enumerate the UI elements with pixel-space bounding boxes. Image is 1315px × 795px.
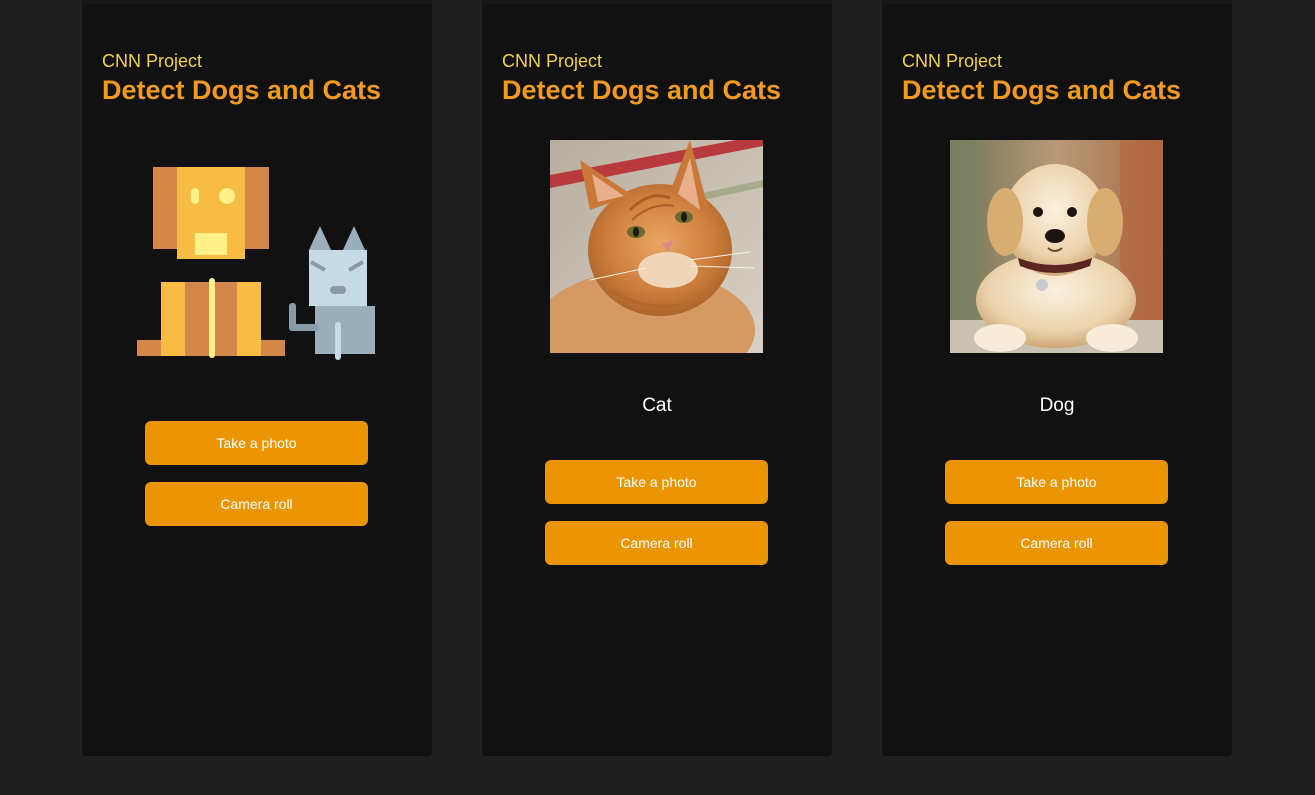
camera-roll-button[interactable]: Camera roll — [545, 521, 768, 565]
prediction-result: Dog — [1039, 395, 1075, 416]
take-photo-button[interactable]: Take a photo — [945, 460, 1168, 504]
take-photo-button[interactable]: Take a photo — [145, 421, 368, 465]
prediction-result: Cat — [642, 395, 672, 416]
page-title: Detect Dogs and Cats — [102, 75, 382, 105]
camera-roll-button[interactable]: Camera roll — [945, 521, 1168, 565]
project-subtitle: CNN Project — [502, 51, 603, 71]
dog-photo — [950, 140, 1163, 353]
project-subtitle: CNN Project — [102, 51, 203, 71]
page-title: Detect Dogs and Cats — [902, 75, 1182, 105]
app-showcase: CNN Project Detect Dogs and Cats Take a … — [0, 0, 1315, 795]
phone-screen-cat-result: CNN Project Detect Dogs and Cats Cat Tak… — [482, 0, 832, 756]
camera-roll-button[interactable]: Camera roll — [145, 482, 368, 526]
phone-screen-initial: CNN Project Detect Dogs and Cats Take a … — [82, 0, 432, 756]
dog-and-cat-illustration — [137, 167, 375, 360]
project-subtitle: CNN Project — [902, 51, 1003, 71]
page-title: Detect Dogs and Cats — [502, 75, 782, 105]
cat-illustration — [289, 226, 375, 360]
dog-illustration — [137, 167, 285, 358]
take-photo-button[interactable]: Take a photo — [545, 460, 768, 504]
cat-photo — [550, 140, 763, 353]
phone-screen-dog-result: CNN Project Detect Dogs and Cats Dog Tak… — [882, 0, 1232, 756]
